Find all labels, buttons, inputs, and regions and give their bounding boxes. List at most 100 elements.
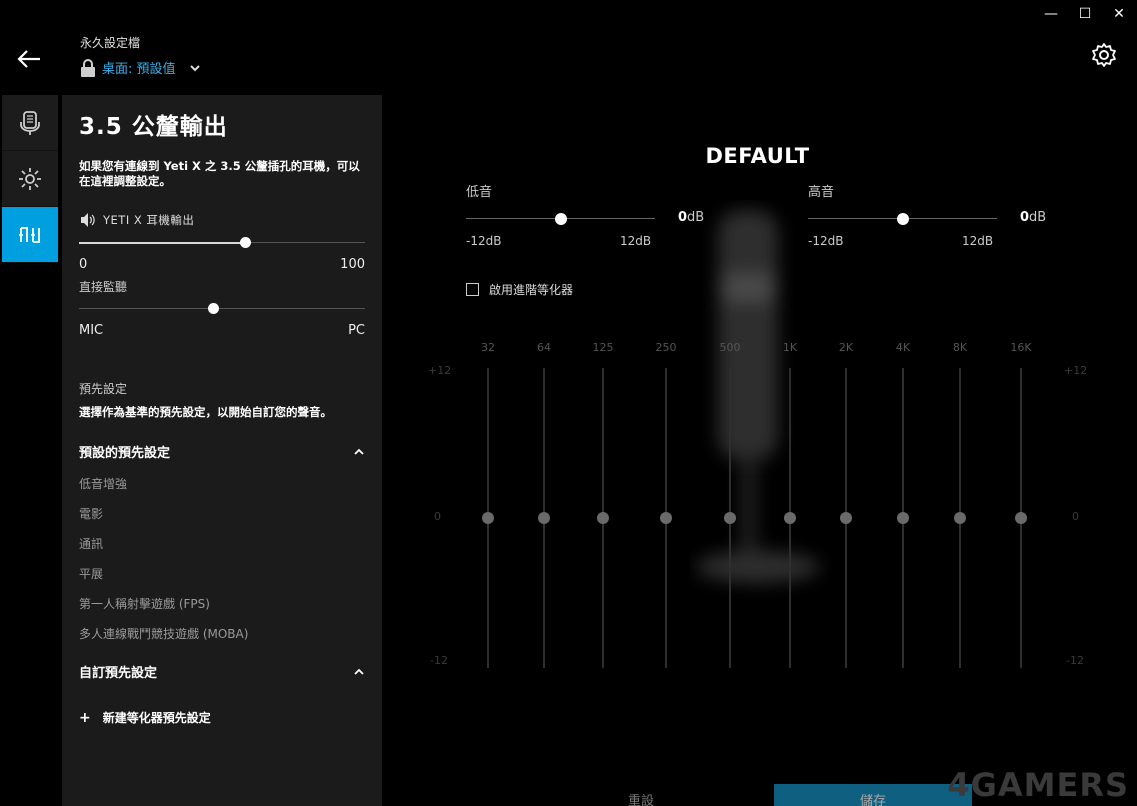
eq-band-handle[interactable] [660, 512, 672, 524]
eq-band-frequency-label: 500 [719, 341, 741, 354]
treble-max-label: 12dB [962, 234, 994, 248]
eq-band-handle[interactable] [597, 512, 609, 524]
eq-band-slider[interactable] [482, 368, 494, 668]
chevron-down-icon [189, 64, 200, 71]
monitor-mix-slider[interactable] [79, 303, 365, 315]
treble-value-number: 0 [1020, 210, 1030, 225]
treble-label: 高音 [808, 185, 835, 200]
slider-handle[interactable] [208, 303, 220, 314]
lock-icon [81, 58, 95, 77]
eq-band-handle[interactable] [482, 512, 494, 524]
custom-presets-title: 自訂預先設定 [79, 666, 158, 681]
minimize-button[interactable]: — [1043, 6, 1059, 22]
save-button[interactable]: 儲存 [774, 784, 972, 806]
eq-band-slider[interactable] [660, 368, 672, 668]
monitor-min-label: MIC [79, 323, 104, 338]
advanced-eq-label: 啟用進階等化器 [489, 283, 574, 297]
slider-track [79, 308, 365, 309]
eq-band-frequency-label: 8K [952, 341, 968, 354]
eq-band-slider[interactable] [954, 368, 966, 668]
eq-preset-title: DEFAULT [705, 144, 810, 168]
eq-band-frequency-label: 125 [592, 341, 614, 354]
slider-handle[interactable] [896, 213, 909, 225]
eq-band-handle[interactable] [897, 512, 909, 524]
default-presets-title: 預設的預先設定 [79, 446, 171, 461]
back-button[interactable] [14, 44, 44, 74]
eq-axis-mid-right: 0 [1072, 510, 1079, 523]
checkbox-box[interactable] [466, 283, 479, 296]
reset-button[interactable]: 重設 [600, 784, 682, 806]
eq-band-frequency-label: 64 [537, 341, 551, 354]
new-eq-preset-button[interactable]: + 新建等化器預先設定 [79, 709, 211, 726]
tab-microphone[interactable] [2, 95, 58, 151]
eq-band-frequency-label: 4K [895, 341, 911, 354]
eq-band-frequency-label: 1K [782, 341, 798, 354]
preset-item[interactable]: 通訊 [79, 535, 103, 552]
eq-band-slider[interactable] [1015, 368, 1027, 668]
bass-label: 低音 [466, 185, 493, 200]
volume-slider[interactable] [79, 237, 365, 249]
eq-band-handle[interactable] [538, 512, 550, 524]
eq-band-handle[interactable] [784, 512, 796, 524]
preset-item[interactable]: 多人連線戰鬥競技遊戲 (MOBA) [79, 625, 248, 642]
speaker-icon [81, 213, 95, 227]
maximize-button[interactable]: ☐ [1077, 6, 1093, 22]
default-presets-header[interactable]: 預設的預先設定 [79, 442, 365, 461]
presets-label: 預先設定 [79, 382, 128, 396]
bass-slider[interactable] [466, 213, 655, 225]
bass-min-label: -12dB [466, 234, 502, 248]
tab-headphone-output[interactable] [2, 207, 58, 263]
eq-band-frequency-label: 2K [838, 341, 854, 354]
preset-item[interactable]: 第一人稱射擊遊戲 (FPS) [79, 595, 210, 612]
treble-slider[interactable] [808, 213, 997, 225]
panel-description: 如果您有連線到 Yeti X 之 3.5 公釐插孔的耳機，可以在這裡調整設定。 [79, 159, 360, 188]
eq-axis-bottom-left: -12 [430, 654, 448, 667]
new-eq-preset-label: 新建等化器預先設定 [102, 711, 211, 725]
gear-icon [1092, 43, 1116, 67]
custom-presets-header[interactable]: 自訂預先設定 [79, 662, 365, 681]
microphone-icon [20, 110, 40, 135]
eq-band-handle[interactable] [1015, 512, 1027, 524]
tab-lighting[interactable] [2, 151, 58, 207]
eq-band-slider[interactable] [897, 368, 909, 668]
slider-fill [79, 242, 245, 244]
profile-selector[interactable]: 桌面: 預設值 [80, 58, 202, 77]
bass-value-unit: dB [687, 210, 705, 225]
slider-handle[interactable] [554, 213, 567, 225]
settings-button[interactable] [1091, 42, 1117, 68]
bass-value-number: 0 [678, 210, 688, 225]
eq-band-slider[interactable] [784, 368, 796, 668]
treble-min-label: -12dB [808, 234, 844, 248]
eq-band-handle[interactable] [840, 512, 852, 524]
plus-icon: + [79, 709, 91, 726]
monitor-label: 直接監聽 [79, 280, 128, 294]
eq-axis-top-right: +12 [1064, 364, 1088, 377]
microphone-ghost-image [696, 210, 820, 583]
eq-axis-top-left: +12 [428, 364, 452, 377]
eq-band-slider[interactable] [840, 368, 852, 668]
preset-item[interactable]: 低音增強 [79, 475, 127, 492]
chevron-up-icon [354, 668, 364, 675]
eq-band-slider[interactable] [597, 368, 609, 668]
treble-value-unit: dB [1029, 210, 1047, 225]
output-settings-panel: 3.5 公釐輸出 如果您有連線到 Yeti X 之 3.5 公釐插孔的耳機，可以… [62, 95, 382, 806]
monitor-max-label: PC [348, 323, 365, 338]
volume-max-label: 100 [340, 257, 365, 272]
close-button[interactable]: ✕ [1111, 6, 1127, 22]
preset-item[interactable]: 電影 [79, 505, 103, 522]
slider-handle[interactable] [239, 237, 251, 248]
panel-title: 3.5 公釐輸出 [79, 114, 228, 140]
eq-band-handle[interactable] [954, 512, 966, 524]
profile-value: 桌面: 預設值 [102, 62, 176, 77]
eq-band-slider[interactable] [538, 368, 550, 668]
treble-value: 0dB [1020, 210, 1046, 225]
headphone-output-icon [19, 226, 40, 243]
eq-band-handle[interactable] [724, 512, 736, 524]
presets-hint: 選擇作為基準的預先設定，以開始自訂您的聲音。 [79, 405, 332, 419]
preset-item[interactable]: 平展 [79, 565, 103, 582]
eq-band-slider[interactable] [724, 368, 736, 668]
bass-max-label: 12dB [620, 234, 652, 248]
eq-axis-bottom-right: -12 [1066, 654, 1084, 667]
window-controls: — ☐ ✕ [1043, 6, 1127, 22]
advanced-eq-checkbox[interactable]: 啟用進階等化器 [466, 281, 573, 298]
